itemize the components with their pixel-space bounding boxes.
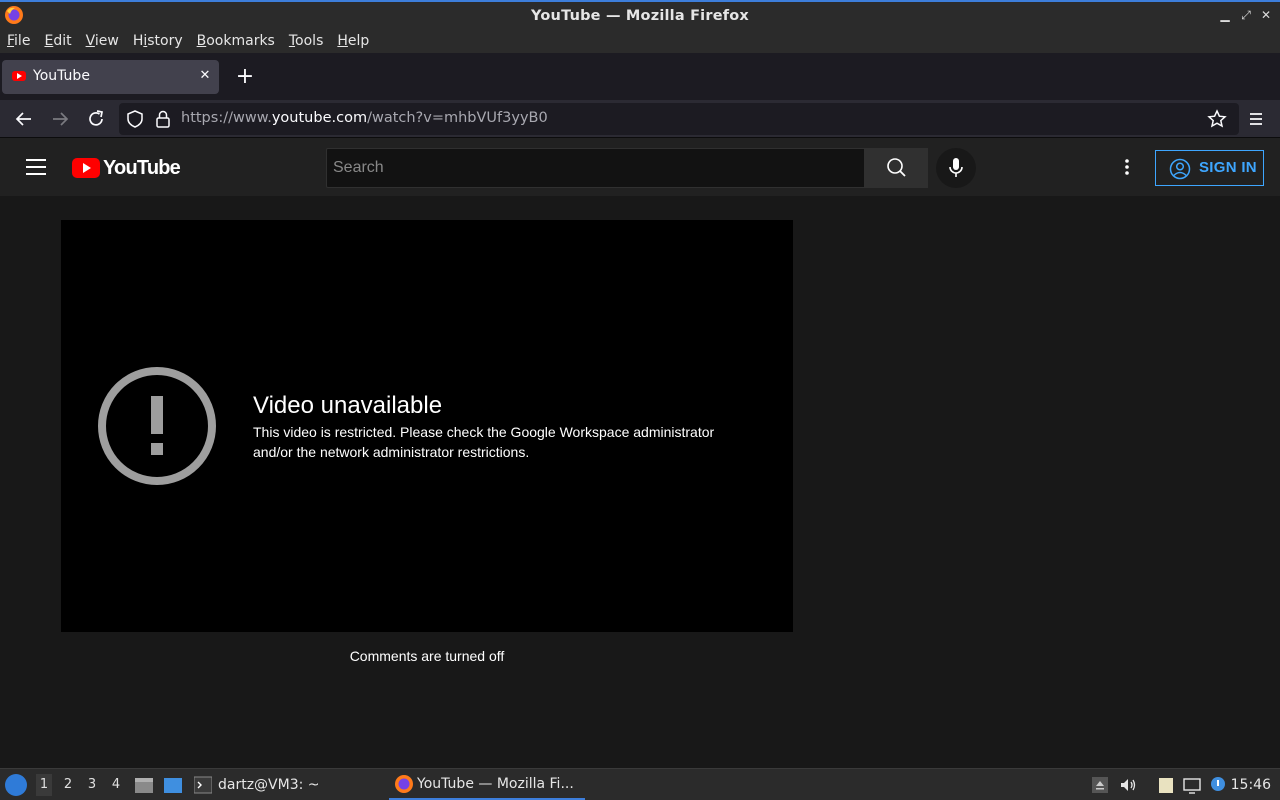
youtube-play-icon (72, 158, 100, 178)
menu-edit[interactable]: Edit (44, 33, 71, 49)
minimize-icon[interactable]: ▁ (1218, 8, 1232, 22)
site-security-icons[interactable] (127, 110, 175, 128)
account-circle-icon (1169, 158, 1191, 180)
task-firefox[interactable]: YouTube — Mozilla Fi... (389, 769, 585, 800)
file-manager-icon[interactable] (134, 776, 154, 794)
app-menu-icon[interactable] (1245, 108, 1267, 130)
menu-view[interactable]: View (86, 33, 119, 49)
search-input[interactable]: Search (326, 148, 865, 188)
start-menu-icon[interactable] (5, 774, 27, 796)
reload-icon[interactable] (85, 108, 107, 130)
youtube-header: YouTube Search SIGN IN (0, 138, 1280, 196)
clock: 15:46 (1230, 777, 1271, 793)
notes-icon[interactable] (1157, 776, 1175, 794)
workspace-3[interactable]: 3 (84, 777, 100, 792)
menu-bar: File Edit View History Bookmarks Tools H… (0, 29, 1280, 53)
tab-strip: YouTube ✕ + (0, 53, 1280, 100)
url-text[interactable]: https://www.youtube.com/watch?v=mhbVUf3y… (181, 110, 548, 126)
lock-icon (156, 117, 170, 128)
youtube-favicon-icon (12, 71, 26, 81)
notification-icon[interactable] (1209, 776, 1227, 794)
forward-icon[interactable] (49, 108, 71, 130)
search-button[interactable] (865, 148, 928, 188)
url-bar[interactable]: https://www.youtube.com/watch?v=mhbVUf3y… (119, 103, 1239, 135)
guide-menu-icon[interactable] (26, 159, 46, 175)
menu-bookmarks[interactable]: Bookmarks (197, 33, 275, 49)
alert-circle-icon (98, 367, 216, 485)
youtube-logo[interactable]: YouTube (72, 157, 181, 179)
network-icon[interactable] (1183, 776, 1201, 794)
taskbar: 1 2 3 4 dartz@VM3: ~ YouTube — Mozilla F… (0, 768, 1280, 800)
sign-in-button[interactable]: SIGN IN (1155, 150, 1264, 186)
bookmark-star-icon[interactable] (1207, 109, 1227, 129)
firefox-task-icon (395, 774, 413, 793)
tab-youtube[interactable]: YouTube ✕ (2, 60, 219, 94)
voice-search-button[interactable] (936, 148, 976, 188)
new-tab-icon[interactable]: + (234, 66, 256, 88)
firefox-icon (5, 6, 23, 24)
workspace-4[interactable]: 4 (108, 777, 124, 792)
desktop-icon[interactable] (163, 776, 183, 794)
search-icon (887, 158, 906, 177)
menu-history[interactable]: History (133, 33, 183, 49)
settings-kebab-icon[interactable] (1117, 157, 1137, 177)
video-player[interactable]: Video unavailable This video is restrict… (61, 220, 793, 632)
tracking-protection-icon (127, 110, 143, 128)
workspace-2[interactable]: 2 (60, 777, 76, 792)
task-terminal[interactable]: dartz@VM3: ~ (194, 769, 320, 800)
error-title: Video unavailable (253, 392, 443, 419)
navigation-toolbar: https://www.youtube.com/watch?v=mhbVUf3y… (0, 100, 1280, 138)
workspace-1[interactable]: 1 (36, 774, 52, 796)
menu-help[interactable]: Help (337, 33, 369, 49)
close-window-icon[interactable]: ✕ (1259, 8, 1273, 22)
back-icon[interactable] (13, 108, 35, 130)
window-titlebar: YouTube — Mozilla Firefox ▁ ⤢ ✕ (0, 0, 1280, 29)
maximize-icon[interactable]: ⤢ (1239, 8, 1253, 22)
window-title: YouTube — Mozilla Firefox (531, 7, 749, 24)
tab-label: YouTube (33, 68, 90, 84)
error-message: This video is restricted. Please check t… (253, 424, 715, 460)
microphone-icon (949, 158, 963, 177)
volume-icon[interactable] (1119, 776, 1137, 794)
close-tab-icon[interactable]: ✕ (197, 68, 213, 84)
search-placeholder: Search (333, 159, 384, 176)
eject-icon[interactable] (1091, 776, 1109, 794)
menu-tools[interactable]: Tools (289, 33, 324, 49)
comments-status: Comments are turned off (349, 648, 505, 664)
terminal-icon (194, 776, 212, 793)
menu-file[interactable]: File (7, 33, 30, 49)
